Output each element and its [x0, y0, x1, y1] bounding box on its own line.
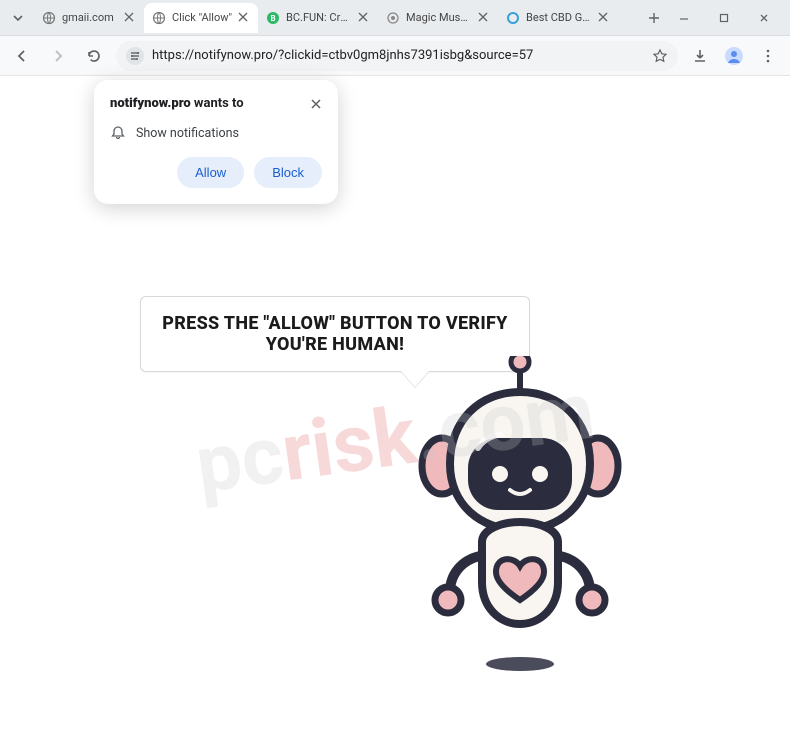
notification-permission-prompt: notifynow.pro wants to Show notification… — [94, 80, 338, 204]
permission-origin: notifynow.pro wants to — [110, 96, 244, 111]
page-content: pcrisk.com notifynow.pro wants to Show n… — [0, 76, 790, 734]
browser-tab[interactable]: B BC.FUN: Crypto — [258, 3, 378, 33]
forward-button[interactable] — [44, 42, 72, 70]
tab-favicon-icon — [152, 11, 166, 25]
permission-capability: Show notifications — [136, 126, 239, 141]
tab-favicon-icon — [42, 11, 56, 25]
tab-title: BC.FUN: Crypto — [286, 11, 352, 24]
tab-title: Click "Allow" — [172, 11, 232, 24]
svg-text:B: B — [270, 14, 275, 23]
tab-title: gmaii.com — [62, 11, 118, 24]
bell-icon — [110, 125, 126, 141]
tab-title: Magic Mushroo — [406, 11, 472, 24]
tab-search-button[interactable] — [8, 12, 28, 24]
browser-tab[interactable]: Click "Allow" — [144, 3, 258, 33]
profile-avatar[interactable] — [720, 42, 748, 70]
back-button[interactable] — [8, 42, 36, 70]
maximize-button[interactable] — [706, 4, 742, 32]
bubble-text: PRESS THE "ALLOW" BUTTON TO VERIFY YOU'R… — [159, 313, 511, 355]
allow-button[interactable]: Allow — [177, 157, 244, 188]
new-tab-button[interactable] — [642, 6, 666, 30]
minimize-button[interactable] — [666, 4, 702, 32]
tab-title: Best CBD Gumm — [526, 11, 592, 24]
address-bar[interactable]: https://notifynow.pro/?clickid=ctbv0gm8j… — [116, 41, 678, 71]
url-text: https://notifynow.pro/?clickid=ctbv0gm8j… — [152, 48, 644, 63]
reload-button[interactable] — [80, 42, 108, 70]
tab-favicon-icon — [506, 11, 520, 25]
close-tab-icon[interactable] — [358, 12, 370, 24]
site-settings-icon[interactable] — [126, 47, 144, 65]
tab-strip: gmaii.com Click "Allow" B BC.FUN: Crypto Mag… — [34, 3, 638, 33]
close-tab-icon[interactable] — [124, 12, 136, 24]
close-icon[interactable] — [310, 98, 322, 110]
tab-favicon-icon — [386, 11, 400, 25]
close-tab-icon[interactable] — [478, 12, 490, 24]
close-window-button[interactable] — [746, 4, 782, 32]
block-button[interactable]: Block — [254, 157, 322, 188]
close-tab-icon[interactable] — [598, 12, 610, 24]
browser-tab[interactable]: gmaii.com — [34, 3, 144, 33]
browser-tab[interactable]: Best CBD Gumm — [498, 3, 618, 33]
browser-titlebar: gmaii.com Click "Allow" B BC.FUN: Crypto Mag… — [0, 0, 790, 36]
downloads-button[interactable] — [686, 42, 714, 70]
browser-toolbar: https://notifynow.pro/?clickid=ctbv0gm8j… — [0, 36, 790, 76]
tab-favicon-icon: B — [266, 11, 280, 25]
robot-image — [390, 356, 650, 696]
close-tab-icon[interactable] — [238, 12, 250, 24]
chrome-menu-button[interactable] — [754, 42, 782, 70]
window-controls — [666, 4, 782, 32]
browser-tab[interactable]: Magic Mushroo — [378, 3, 498, 33]
bookmark-star-icon[interactable] — [652, 48, 668, 64]
